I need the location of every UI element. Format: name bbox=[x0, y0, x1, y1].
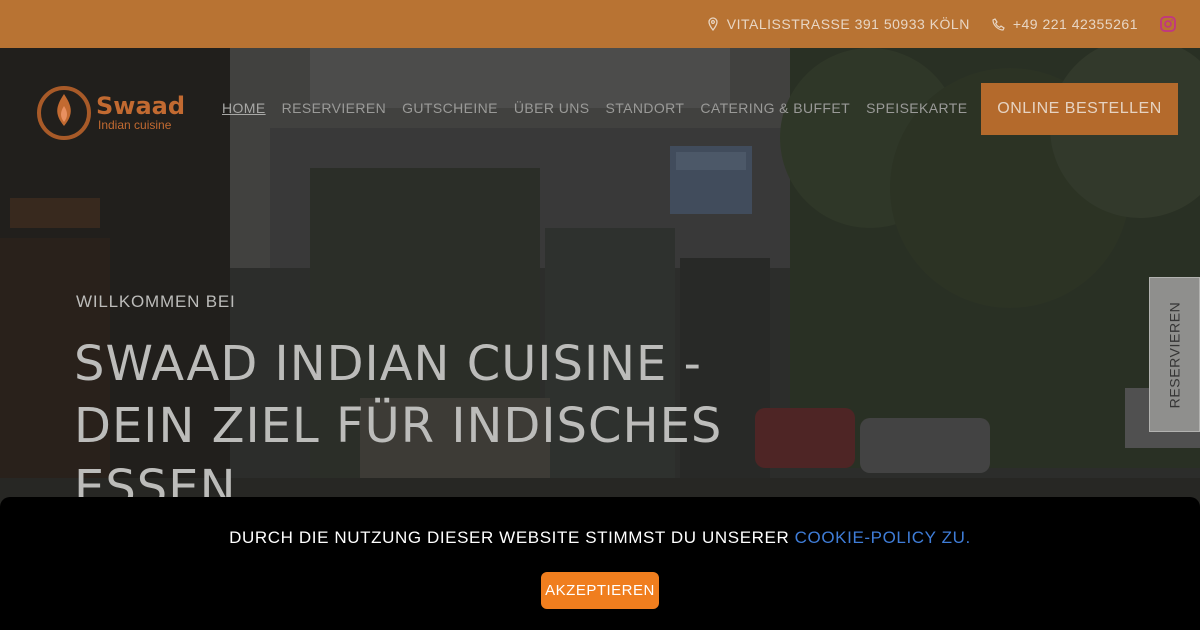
location-pin-icon bbox=[708, 17, 718, 31]
nav-catering[interactable]: CATERING & BUFFET bbox=[700, 100, 850, 116]
nav-ueber-uns[interactable]: ÜBER UNS bbox=[514, 100, 590, 116]
cookie-text: DURCH DIE NUTZUNG DIESER WEBSITE STIMMST… bbox=[229, 528, 795, 547]
address-item[interactable]: VITALISSTRASSE 391 50933 KÖLN bbox=[707, 16, 970, 32]
phone-text: +49 221 42355261 bbox=[1012, 16, 1138, 32]
instagram-icon bbox=[1160, 16, 1176, 32]
hero-title: SWAAD INDIAN CUISINE - DEIN ZIEL FÜR IND… bbox=[74, 336, 723, 516]
address-text: VITALISSTRASSE 391 50933 KÖLN bbox=[726, 16, 970, 32]
logo-mark[interactable] bbox=[34, 82, 94, 142]
side-reserve-label: RESERVIEREN bbox=[1166, 301, 1183, 408]
logo-tagline: Indian cuisine bbox=[98, 118, 172, 132]
accept-cookies-button[interactable]: AKZEPTIEREN bbox=[541, 572, 659, 609]
nav-reservieren[interactable]: RESERVIEREN bbox=[282, 100, 387, 116]
nav-gutscheine[interactable]: GUTSCHEINE bbox=[402, 100, 498, 116]
logo-name[interactable]: Swaad bbox=[96, 92, 185, 120]
phone-item[interactable]: +49 221 42355261 bbox=[992, 16, 1138, 32]
hero-eyebrow: WILLKOMMEN BEI bbox=[76, 292, 236, 311]
cookie-message: DURCH DIE NUTZUNG DIESER WEBSITE STIMMST… bbox=[0, 528, 1200, 548]
nav-home[interactable]: HOME bbox=[222, 100, 266, 116]
phone-icon bbox=[992, 17, 1005, 31]
top-info-bar: VITALISSTRASSE 391 50933 KÖLN +49 221 42… bbox=[0, 0, 1200, 48]
nav-standort[interactable]: STANDORT bbox=[605, 100, 684, 116]
instagram-link[interactable] bbox=[1160, 16, 1176, 32]
cookie-policy-link[interactable]: COOKIE-POLICY ZU. bbox=[795, 528, 971, 547]
main-nav: HOME RESERVIEREN GUTSCHEINE ÜBER UNS STA… bbox=[222, 100, 1020, 116]
nav-speisekarte[interactable]: SPEISEKARTE bbox=[866, 100, 967, 116]
side-reserve-tab[interactable]: RESERVIEREN bbox=[1149, 277, 1200, 432]
cookie-banner bbox=[0, 497, 1200, 630]
order-online-button[interactable]: ONLINE BESTELLEN bbox=[981, 83, 1178, 135]
